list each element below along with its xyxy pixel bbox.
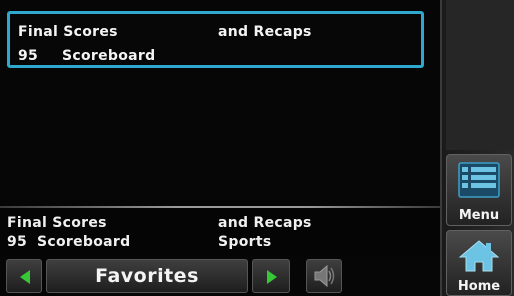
list-item-channel-name: Scoreboard bbox=[62, 48, 156, 64]
audio-screen: Final Scores and Recaps 95 Scoreboard Fi… bbox=[0, 0, 514, 296]
list-item-artist: Final Scores bbox=[18, 24, 118, 40]
now-playing-artist: Final Scores bbox=[7, 215, 107, 231]
softkey-blank bbox=[446, 0, 514, 150]
list-item-title: and Recaps bbox=[218, 24, 312, 40]
house-icon bbox=[458, 240, 500, 272]
right-arrow-icon bbox=[267, 270, 277, 284]
now-playing-channel-number: 95 bbox=[7, 234, 28, 250]
divider bbox=[0, 206, 440, 208]
list-item-channel-number: 95 bbox=[18, 48, 39, 64]
previous-category-button[interactable] bbox=[6, 259, 42, 293]
now-playing-category: Sports bbox=[218, 234, 272, 250]
channel-list[interactable]: Final Scores and Recaps 95 Scoreboard bbox=[0, 0, 440, 206]
next-category-button[interactable] bbox=[252, 259, 290, 293]
mute-button[interactable] bbox=[306, 259, 342, 293]
left-arrow-icon bbox=[20, 270, 30, 284]
now-playing-title: and Recaps bbox=[218, 215, 312, 231]
category-label: Favorites bbox=[95, 265, 199, 287]
menu-label: Menu bbox=[458, 208, 500, 223]
home-button[interactable]: Home bbox=[446, 230, 512, 296]
home-label: Home bbox=[457, 279, 501, 294]
list-menu-icon bbox=[458, 162, 500, 198]
channel-list-item-selected[interactable]: Final Scores and Recaps 95 Scoreboard bbox=[7, 11, 424, 68]
menu-button[interactable]: Menu bbox=[446, 154, 512, 226]
category-button[interactable]: Favorites bbox=[46, 259, 248, 293]
speaker-icon bbox=[314, 264, 335, 288]
now-playing-channel-name: Scoreboard bbox=[37, 234, 131, 250]
